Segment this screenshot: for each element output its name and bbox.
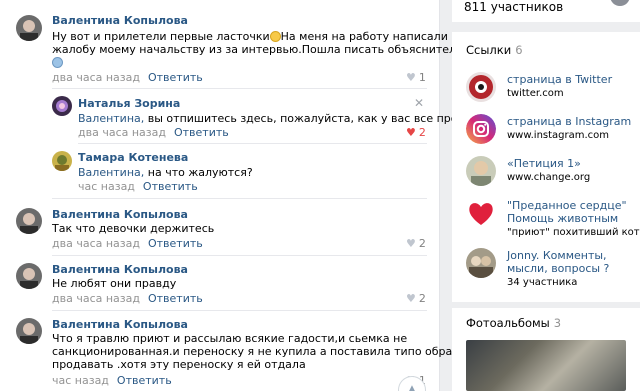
comment-text: Что я травлю приют и рассылаю всякие гад… <box>52 332 473 371</box>
avatar[interactable] <box>52 151 72 171</box>
members-count[interactable]: 811 участников <box>464 0 563 14</box>
link-instagram[interactable]: страница в Instagram www.instagram.com <box>466 114 636 154</box>
heart-icon: ♥ <box>406 71 416 84</box>
albums-block: Фотоальбомы 3 <box>452 308 640 391</box>
reply-link[interactable]: Ответить <box>143 180 198 193</box>
like-count: 1 <box>418 71 426 84</box>
links-header[interactable]: Ссылки 6 <box>466 43 523 57</box>
links-block: Ссылки 6 страница в Twitter twitter.com с… <box>452 32 640 302</box>
avatar[interactable] <box>16 318 42 344</box>
heart-icon: ♥ <box>406 237 416 250</box>
like-button[interactable]: ♥ 2 <box>406 237 426 250</box>
comment-time[interactable]: час назад <box>78 180 135 193</box>
link-group[interactable]: Jonny. Комменты, мысли, вопросы ? 34 учас… <box>466 248 636 288</box>
heart-icon: ♥ <box>406 126 416 139</box>
comment-text: Не любят они правду <box>52 277 177 290</box>
like-count: 2 <box>418 292 426 305</box>
comment-time[interactable]: час назад <box>52 374 109 387</box>
comment-meta: час назад Ответить <box>78 180 198 193</box>
comment-meta: два часа назад Ответить <box>52 237 203 250</box>
link-title: «Петиция 1» <box>507 157 581 170</box>
divider <box>52 310 427 311</box>
chevron-up-icon: ▲ <box>407 382 417 391</box>
link-domain: twitter.com <box>507 88 564 99</box>
instagram-logo-icon <box>466 114 496 144</box>
divider <box>52 198 427 199</box>
reply-link[interactable]: Ответить <box>148 292 203 305</box>
comments-feed: Валентина Копылова Ну вот и прилетели пе… <box>0 0 485 391</box>
link-title: Jonny. Комменты, мысли, вопросы ? <box>507 249 610 275</box>
comment-author[interactable]: Валентина Копылова <box>52 208 188 221</box>
like-button[interactable]: ♥ 2 <box>406 126 426 139</box>
comment-text: Валентина, на что жалуются? <box>78 166 253 179</box>
comment-meta: два часа назад Ответить <box>52 292 203 305</box>
link-title: страница в Twitter <box>507 73 613 86</box>
comment-author[interactable]: Тамара Котенева <box>78 151 188 164</box>
comment-text: Так что девочки держитесь <box>52 222 215 235</box>
members-block: 811 участников <box>452 0 640 22</box>
album-cover[interactable] <box>466 340 626 391</box>
group-photo-icon <box>466 248 496 278</box>
like-count: 2 <box>418 237 426 250</box>
close-icon[interactable]: ✕ <box>414 96 424 110</box>
member-avatar[interactable] <box>610 0 630 6</box>
avatar[interactable] <box>16 208 42 234</box>
addressee-link[interactable]: Валентина, <box>78 112 144 125</box>
avatar[interactable] <box>16 15 42 41</box>
sad-emoji-icon <box>52 57 63 68</box>
reply-link[interactable]: Ответить <box>148 237 203 250</box>
comment-author[interactable]: Валентина Копылова <box>52 318 188 331</box>
link-petition[interactable]: «Петиция 1» www.change.org <box>466 156 636 196</box>
link-title: "Преданное сердце" Помощь животным <box>507 199 627 225</box>
albums-header[interactable]: Фотоальбомы 3 <box>466 316 561 330</box>
petition-photo-icon <box>466 156 496 186</box>
divider <box>52 88 427 89</box>
heart-icon: ♥ <box>406 292 416 305</box>
link-domain: www.change.org <box>507 172 591 183</box>
divider <box>78 143 427 144</box>
addressee-link[interactable]: Валентина, <box>78 166 144 179</box>
grin-emoji-icon <box>269 31 281 42</box>
like-button[interactable]: ♥1 <box>406 71 426 84</box>
like-button[interactable]: ♥ 2 <box>406 292 426 305</box>
avatar[interactable] <box>16 263 42 289</box>
reply-link[interactable]: Ответить <box>174 126 229 139</box>
reply-link[interactable]: Ответить <box>148 71 203 84</box>
twitter-logo-icon <box>466 72 496 102</box>
reply-link[interactable]: Ответить <box>117 374 172 387</box>
avatar[interactable] <box>52 96 72 116</box>
comment-time[interactable]: два часа назад <box>52 237 140 250</box>
comment-author[interactable]: Валентина Копылова <box>52 14 188 27</box>
comment-author[interactable]: Валентина Копылова <box>52 263 188 276</box>
link-members: 34 участника <box>507 277 578 288</box>
comment-meta: два часа назад Ответить <box>78 126 229 139</box>
comment-meta: два часа назад Ответить <box>52 71 203 84</box>
comment-author[interactable]: Наталья Зорина <box>78 97 180 110</box>
heart-icon <box>466 198 496 228</box>
comment-time[interactable]: два часа назад <box>78 126 166 139</box>
link-title: страница в Instagram <box>507 115 632 128</box>
link-heart[interactable]: "Преданное сердце" Помощь животным "приют… <box>466 198 640 238</box>
comment-text: Валентина, вы отпишитесь здесь, пожалуйс… <box>78 112 482 125</box>
link-domain: www.instagram.com <box>507 130 610 141</box>
like-count: 2 <box>418 126 426 139</box>
link-twitter[interactable]: страница в Twitter twitter.com <box>466 72 636 112</box>
link-domain: "приют" похитивший кота <box>507 227 640 238</box>
comment-text: Ну вот и прилетели первые ласточки На мен… <box>52 30 485 69</box>
divider <box>52 255 427 256</box>
comment-time[interactable]: два часа назад <box>52 71 140 84</box>
comment-time[interactable]: два часа назад <box>52 292 140 305</box>
comment-meta: час назад Ответить <box>52 374 172 387</box>
